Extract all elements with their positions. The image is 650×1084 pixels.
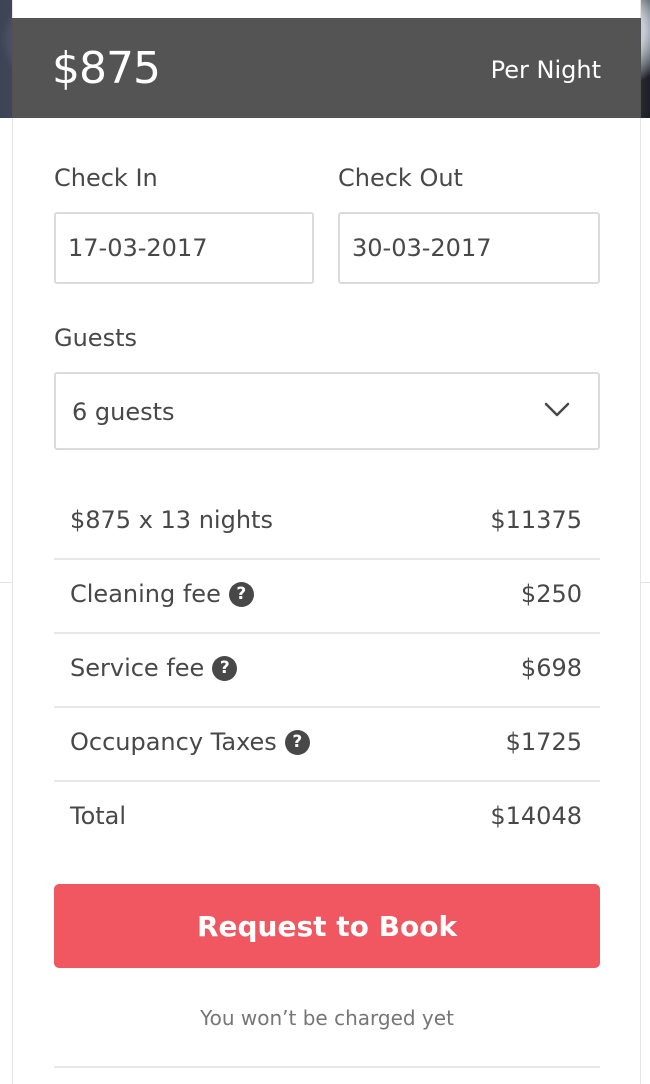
guests-selected-value: 6 guests (72, 398, 175, 426)
occupancy-taxes-label: Occupancy Taxes (70, 728, 277, 756)
nightly-price: $875 (52, 43, 161, 94)
cleaning-fee-value: $250 (520, 580, 582, 608)
guests-select[interactable]: 6 guests (54, 372, 600, 450)
total-label: Total (70, 802, 127, 830)
price-row-total: Total $14048 (54, 782, 600, 856)
service-fee-value: $698 (520, 654, 582, 682)
service-fee-label-group: Service fee ? (70, 654, 238, 682)
divider (641, 582, 650, 583)
nights-value: $11375 (490, 506, 582, 534)
cleaning-fee-label-group: Cleaning fee ? (70, 580, 254, 608)
check-out-label: Check Out (338, 164, 463, 192)
occupancy-taxes-value: $1725 (505, 728, 582, 756)
nights-label: $875 x 13 nights (70, 506, 273, 534)
price-header: $875 Per Night (12, 18, 641, 118)
service-fee-label: Service fee (70, 654, 205, 682)
total-value: $14048 (490, 802, 582, 830)
occupancy-taxes-label-group: Occupancy Taxes ? (70, 728, 310, 756)
cleaning-fee-label: Cleaning fee (70, 580, 221, 608)
divider (54, 1066, 600, 1068)
price-unit: Per Night (490, 56, 601, 84)
price-row-nights: $875 x 13 nights $11375 (54, 486, 600, 560)
price-breakdown: $875 x 13 nights $11375 Cleaning fee ? $… (54, 486, 600, 856)
price-row-service-fee: Service fee ? $698 (54, 634, 600, 708)
price-row-occupancy-taxes: Occupancy Taxes ? $1725 (54, 708, 600, 782)
guests-label: Guests (54, 324, 137, 352)
request-to-book-button[interactable]: Request to Book (54, 884, 600, 968)
charge-note: You won’t be charged yet (200, 1006, 454, 1030)
price-row-cleaning-fee: Cleaning fee ? $250 (54, 560, 600, 634)
check-out-input[interactable] (338, 212, 600, 284)
check-in-input[interactable] (54, 212, 314, 284)
help-icon[interactable]: ? (212, 655, 238, 681)
chevron-down-icon (544, 402, 570, 417)
check-in-label: Check In (54, 164, 158, 192)
help-icon[interactable]: ? (228, 581, 254, 607)
help-icon[interactable]: ? (284, 729, 310, 755)
divider (0, 582, 12, 583)
